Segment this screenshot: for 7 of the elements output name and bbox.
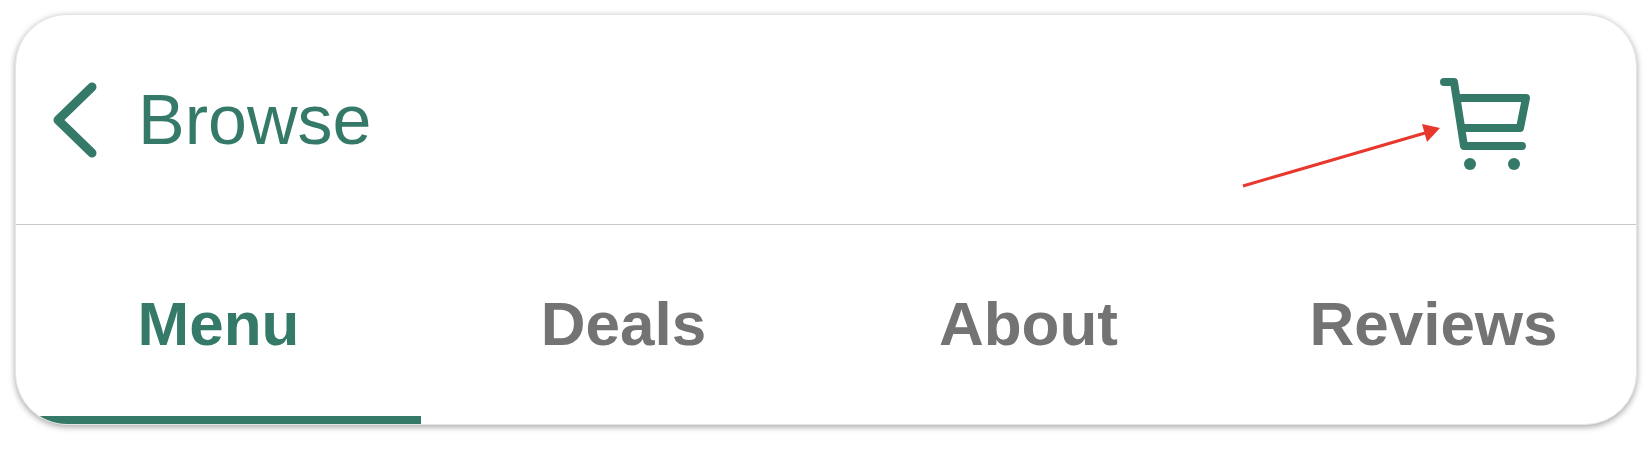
tab[interactable]: Deals: [421, 225, 826, 424]
cart-button[interactable]: [1440, 75, 1532, 172]
tab[interactable]: Reviews: [1231, 225, 1636, 424]
tab[interactable]: Menu: [16, 225, 421, 424]
back-button[interactable]: Browse: [50, 80, 372, 159]
cart-icon: [1440, 75, 1532, 172]
tab[interactable]: About: [826, 225, 1231, 424]
